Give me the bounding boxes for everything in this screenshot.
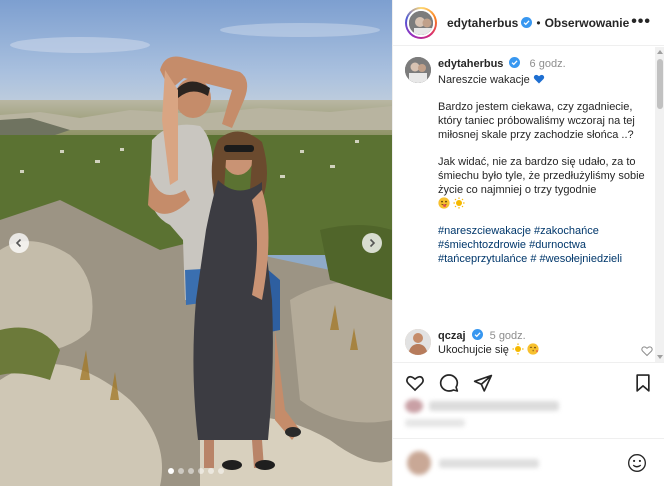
- sun-icon: [512, 343, 524, 355]
- author-username[interactable]: edytaherbus: [447, 16, 518, 30]
- verified-icon: [521, 17, 533, 28]
- post-details-panel: edytaherbus • Obserwowanie ••• edytaherb…: [392, 0, 664, 486]
- slide-indicator: [0, 468, 392, 474]
- share-icon[interactable]: [473, 373, 493, 393]
- avatar-image: [405, 329, 431, 355]
- verified-icon: [509, 57, 521, 68]
- like-comment-heart-icon[interactable]: [641, 345, 653, 357]
- more-options-button[interactable]: •••: [631, 14, 651, 30]
- slide-dot: [188, 468, 194, 474]
- likes-summary-blurred: [405, 397, 559, 427]
- slide-dot: [178, 468, 184, 474]
- comments-list[interactable]: edytaherbus 6 godz. Nareszcie wakacje Ba…: [393, 47, 655, 362]
- author-avatar[interactable]: [405, 6, 437, 39]
- caption-line1: Nareszcie wakacje: [438, 74, 530, 86]
- following-button[interactable]: Obserwowanie: [545, 16, 630, 30]
- next-slide-button[interactable]: [362, 233, 382, 253]
- heart-icon[interactable]: [405, 373, 425, 393]
- comment-text: Ukochujcie się: [438, 344, 509, 356]
- scroll-up-arrow[interactable]: [657, 50, 663, 54]
- slide-dot: [168, 468, 174, 474]
- post-actions-bar: [393, 362, 664, 402]
- add-comment-bar[interactable]: [393, 438, 664, 486]
- emoji-smile-icon[interactable]: [627, 453, 647, 473]
- chevron-right-icon: [369, 238, 376, 248]
- commenter-avatar[interactable]: [405, 329, 431, 355]
- slide-dot: [198, 468, 204, 474]
- add-comment-placeholder[interactable]: [439, 459, 539, 468]
- caption-timestamp[interactable]: 6 godz.: [530, 58, 566, 70]
- slide-dot: [218, 468, 224, 474]
- header-separator: •: [536, 15, 541, 30]
- caption-paragraph: Bardzo jestem ciekawa, czy zgadniecie, k…: [438, 101, 635, 141]
- tongue-face-icon: [438, 197, 450, 209]
- bookmark-icon[interactable]: [633, 373, 653, 393]
- slide-dot: [208, 468, 214, 474]
- commenter-username[interactable]: qczaj: [438, 330, 466, 342]
- caption-paragraph: Jak widać, nie za bardzo się udało, za t…: [438, 156, 645, 196]
- avatar-image: [405, 57, 431, 83]
- caption-username[interactable]: edytaherbus: [438, 58, 503, 70]
- comments-scrollbar[interactable]: [655, 47, 664, 362]
- chevron-left-icon: [15, 238, 22, 248]
- post-header: edytaherbus • Obserwowanie •••: [393, 0, 664, 46]
- comment-icon[interactable]: [439, 373, 459, 393]
- previous-slide-button[interactable]: [9, 233, 29, 253]
- comment-item: qczaj 5 godz. Ukochujcie się: [405, 329, 655, 357]
- scroll-thumb[interactable]: [657, 59, 663, 109]
- photo-scene: [0, 0, 392, 486]
- kissing-face-icon: [527, 343, 539, 355]
- caption-hashtags[interactable]: #nareszciewakacje #zakochańce #śmiechtoz…: [438, 224, 651, 266]
- post-photo[interactable]: [0, 0, 392, 486]
- scroll-down-arrow[interactable]: [657, 355, 663, 359]
- blue-heart-icon: [533, 74, 544, 84]
- viewer-avatar: [407, 451, 431, 475]
- caption-avatar[interactable]: [405, 57, 431, 83]
- comment-timestamp[interactable]: 5 godz.: [490, 330, 526, 342]
- sun-icon: [453, 197, 465, 209]
- avatar-image: [409, 10, 433, 35]
- verified-icon: [471, 329, 483, 340]
- post-caption: edytaherbus 6 godz. Nareszcie wakacje Ba…: [405, 57, 651, 266]
